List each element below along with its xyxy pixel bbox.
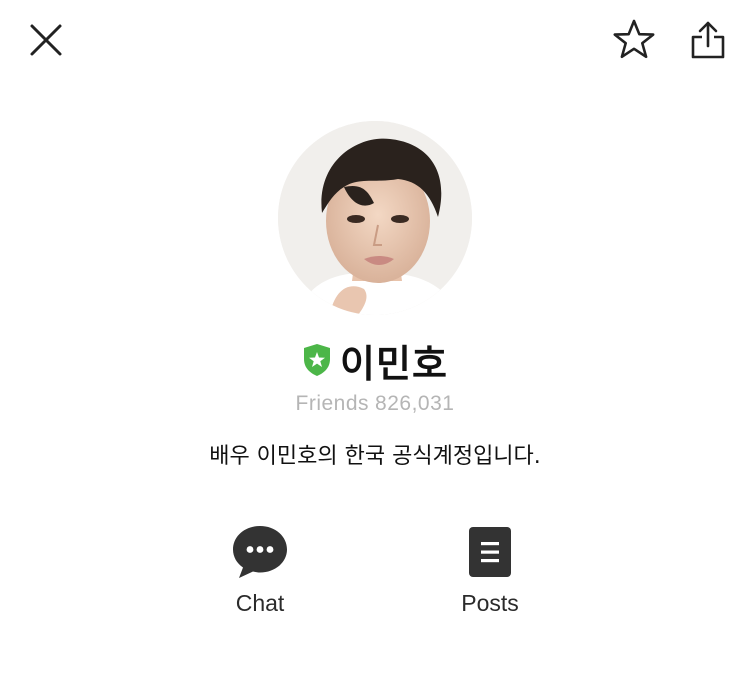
profile-name: 이민호 (340, 341, 448, 386)
chat-button[interactable]: Chat (190, 524, 330, 617)
profile-description: 배우 이민호의 한국 공식계정입니다. (209, 444, 541, 469)
chat-label: Chat (235, 590, 285, 616)
avatar-photo (278, 121, 472, 315)
close-button[interactable] (22, 16, 70, 64)
posts-button[interactable]: Posts (420, 524, 560, 617)
profile-avatar[interactable] (278, 121, 472, 315)
posts-icon (468, 524, 512, 580)
friends-number: 826,031 (375, 392, 455, 415)
friends-label: Friends (295, 392, 370, 415)
close-icon (30, 24, 62, 56)
favorite-button[interactable] (608, 14, 660, 66)
share-button[interactable] (684, 14, 732, 66)
chat-bubble-icon (231, 524, 289, 580)
share-icon (691, 21, 725, 59)
top-bar (0, 0, 750, 80)
profile-name-row: 이민호 (0, 332, 750, 388)
official-shield-icon (302, 343, 332, 377)
friends-count: Friends 826,031 (0, 392, 750, 416)
posts-label: Posts (461, 590, 519, 616)
star-icon (613, 19, 655, 59)
